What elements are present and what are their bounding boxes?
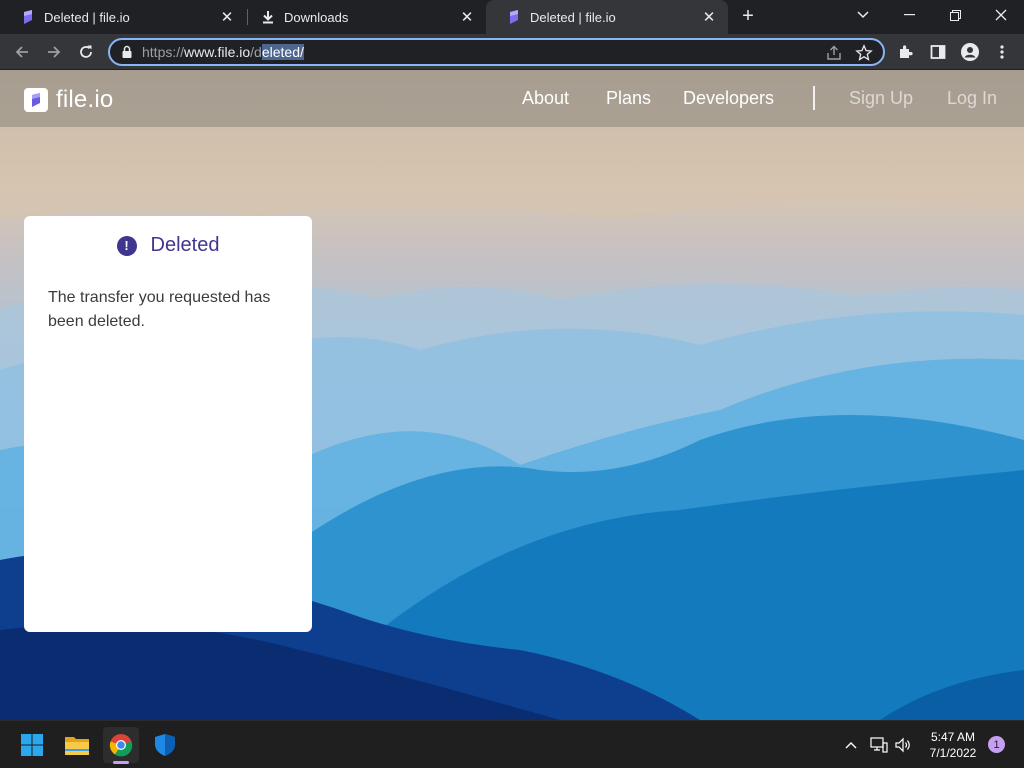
- card-message: The transfer you requested has been dele…: [48, 289, 271, 330]
- windows-security-shield-icon[interactable]: [147, 727, 183, 763]
- web-page: file.io About Plans Developers Sign Up L…: [0, 70, 1024, 720]
- nav-sign-up[interactable]: Sign Up: [849, 88, 913, 109]
- lock-icon[interactable]: [120, 45, 134, 59]
- fileio-logo-icon: [24, 88, 48, 112]
- site-logo[interactable]: file.io: [24, 86, 113, 114]
- network-icon[interactable]: [869, 735, 889, 755]
- tab-downloads[interactable]: Downloads ✕: [240, 0, 486, 34]
- nav-plans[interactable]: Plans: [606, 88, 651, 109]
- forward-button[interactable]: [41, 39, 67, 65]
- browser-toolbar: https://www.file.io/deleted/: [0, 34, 1024, 70]
- new-tab-button[interactable]: +: [737, 6, 759, 28]
- tab-deleted-1[interactable]: Deleted | file.io ✕: [0, 0, 246, 34]
- fileio-favicon: [20, 9, 36, 25]
- close-tab-icon[interactable]: ✕: [218, 8, 236, 26]
- url-path-selected: eleted/: [261, 44, 304, 60]
- minimize-button[interactable]: [886, 0, 932, 30]
- file-explorer-icon[interactable]: [59, 727, 95, 763]
- tab-title: Downloads: [284, 9, 349, 25]
- tab-title: Deleted | file.io: [530, 9, 616, 25]
- clock-date: 7/1/2022: [929, 746, 977, 760]
- reload-button[interactable]: [73, 39, 99, 65]
- url-path-prefix: /d: [250, 44, 262, 60]
- nav-log-in[interactable]: Log In: [947, 88, 997, 109]
- tab-title: Deleted | file.io: [44, 9, 130, 25]
- show-hidden-icons-chevron-icon[interactable]: [841, 735, 861, 755]
- alert-icon: !: [116, 235, 137, 256]
- chrome-icon[interactable]: [103, 727, 139, 763]
- fileio-favicon: [506, 9, 522, 25]
- nav-about[interactable]: About: [522, 88, 569, 109]
- close-tab-icon[interactable]: ✕: [700, 8, 718, 26]
- site-header: file.io About Plans Developers Sign Up L…: [0, 70, 1024, 127]
- card-header: ! Deleted: [24, 234, 312, 257]
- bookmark-star-icon[interactable]: [855, 44, 873, 62]
- system-clock[interactable]: 5:47 AM 7/1/2022: [920, 729, 986, 761]
- share-icon[interactable]: [825, 44, 843, 62]
- start-windows-icon[interactable]: [14, 727, 50, 763]
- notification-badge[interactable]: 1: [988, 736, 1005, 753]
- close-tab-icon[interactable]: ✕: [458, 8, 476, 26]
- extensions-puzzle-icon[interactable]: [893, 39, 919, 65]
- nav-divider: [813, 86, 815, 110]
- active-app-indicator: [113, 761, 129, 764]
- profile-avatar-icon[interactable]: [957, 39, 983, 65]
- deleted-card: ! Deleted The transfer you requested has…: [24, 216, 312, 632]
- tab-search-chevron-icon[interactable]: [840, 0, 886, 30]
- close-window-button[interactable]: [978, 0, 1024, 30]
- logo-text: file.io: [56, 86, 114, 113]
- tab-deleted-2[interactable]: Deleted | file.io ✕: [486, 0, 728, 34]
- url-text[interactable]: https://www.file.io/deleted/: [142, 44, 304, 60]
- more-menu-icon[interactable]: [989, 39, 1015, 65]
- clock-time: 5:47 AM: [930, 730, 976, 744]
- card-title: Deleted: [150, 234, 220, 256]
- download-icon: [260, 9, 276, 25]
- nav-developers[interactable]: Developers: [683, 88, 774, 109]
- url-host: www.file.io: [184, 44, 251, 60]
- url-scheme: https://: [142, 44, 185, 60]
- taskbar: 5:47 AM 7/1/2022 1: [0, 720, 1024, 768]
- restore-button[interactable]: [932, 0, 978, 30]
- back-button[interactable]: [9, 39, 35, 65]
- address-bar[interactable]: https://www.file.io/deleted/: [108, 38, 885, 66]
- side-panel-icon[interactable]: [925, 39, 951, 65]
- tab-strip: Deleted | file.io ✕ Downloads ✕ Deleted …: [0, 0, 1024, 34]
- volume-icon[interactable]: [893, 735, 913, 755]
